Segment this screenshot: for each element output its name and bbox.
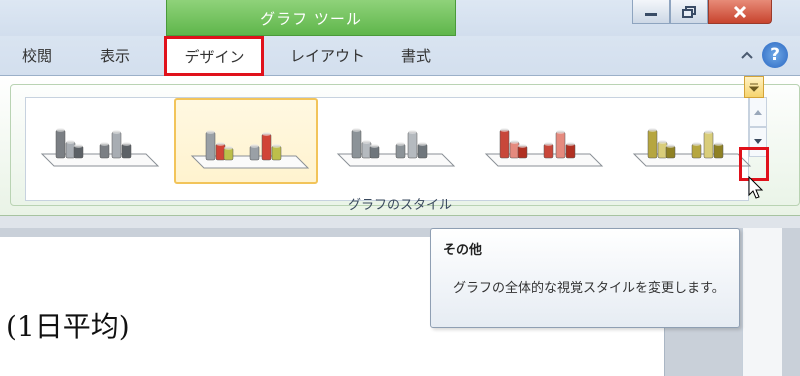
- ribbon-panel: グラフのスタイル: [0, 76, 800, 216]
- restore-icon: [682, 5, 696, 18]
- chart-style-thumbnail-icon: [484, 128, 604, 167]
- chart-style-thumbnail-icon: [336, 128, 456, 167]
- tab-format[interactable]: 書式: [401, 45, 431, 66]
- chart-style-thumbnail-icon: [40, 128, 160, 167]
- restore-button[interactable]: [670, 0, 708, 24]
- close-icon: [733, 5, 747, 18]
- ribbon-help-controls: ?: [740, 42, 788, 68]
- chart-style-option[interactable]: [470, 98, 614, 184]
- help-icon[interactable]: ?: [762, 42, 788, 68]
- chart-tools-label: グラフ ツール: [260, 10, 362, 28]
- scroll-up-icon: [754, 110, 762, 115]
- chart-style-thumbnail-icon: [190, 130, 310, 169]
- chart-styles-group: [10, 84, 800, 206]
- document-text: (1日平均): [6, 310, 130, 343]
- side-panel: [742, 228, 782, 376]
- document-top-gap: [0, 216, 800, 228]
- minimize-icon: [645, 12, 657, 16]
- minimize-button[interactable]: [632, 0, 670, 24]
- close-button[interactable]: [708, 0, 772, 24]
- collapse-ribbon-icon[interactable]: [740, 50, 754, 60]
- tooltip-body: グラフの全体的な視覚スタイルを変更します。: [453, 281, 725, 296]
- chart-style-option[interactable]: [26, 98, 170, 184]
- window-controls: [632, 0, 772, 24]
- tooltip-title: その他: [443, 243, 483, 258]
- chart-style-option[interactable]: [322, 98, 466, 184]
- chart-tools-context-group: グラフ ツール: [166, 0, 456, 36]
- tab-review[interactable]: 校閲: [22, 45, 52, 66]
- gallery-more-button[interactable]: [739, 71, 769, 105]
- chart-styles-group-label: グラフのスタイル: [347, 198, 452, 213]
- tab-layout[interactable]: レイアウト: [290, 45, 365, 66]
- ribbon-tab-row: 校閲 表示 レイアウト 書式: [0, 36, 800, 76]
- more-tooltip: その他 グラフの全体的な視覚スタイルを変更します。: [430, 228, 740, 328]
- scroll-down-icon: [754, 139, 762, 144]
- mouse-cursor-icon: [748, 176, 764, 199]
- chart-style-gallery: [25, 97, 752, 201]
- chart-style-option[interactable]: [174, 98, 318, 184]
- tab-view[interactable]: 表示: [100, 45, 130, 66]
- more-dropdown-icon: [744, 76, 764, 98]
- design-tab-highlight: [164, 36, 264, 76]
